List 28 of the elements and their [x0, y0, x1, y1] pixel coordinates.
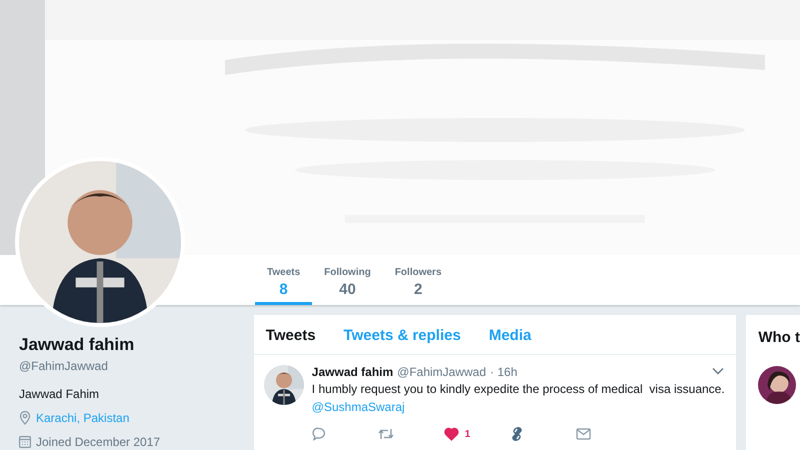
reply-icon[interactable] — [312, 427, 326, 441]
timeline-tab[interactable]: Tweets — [266, 327, 316, 344]
calendar-icon — [19, 436, 31, 448]
tweet-text: I humbly request you to kindly expedite the process of medical visa issuance. — [312, 382, 725, 396]
tweet-avatar[interactable] — [264, 365, 304, 405]
joined-date: Joined December 2017 — [36, 435, 160, 449]
stat-tab[interactable]: Followers 2 — [382, 255, 454, 305]
heart-icon[interactable] — [444, 427, 459, 441]
app-icon[interactable] — [510, 426, 524, 442]
sidebar-title: Who t — [758, 329, 800, 346]
retweet-icon[interactable] — [378, 427, 394, 441]
like-count: 1 — [464, 428, 470, 440]
timeline-tab[interactable]: Media — [488, 327, 532, 344]
caret-icon[interactable] — [712, 367, 724, 375]
stat-tab[interactable]: Following 40 — [312, 255, 383, 305]
location-pin-icon — [19, 411, 31, 425]
profile-name: Jawwad fahim — [19, 335, 136, 355]
tweet-handle: @FahimJawwad — [397, 365, 486, 379]
tweet-author[interactable]: Jawwad fahim — [312, 365, 394, 379]
tweet-time: · 16h — [490, 365, 518, 379]
stat-tab[interactable]: Tweets 8 — [255, 255, 312, 305]
profile-handle: @FahimJawwad — [19, 359, 109, 373]
suggested-avatar[interactable] — [758, 366, 796, 404]
mention-link[interactable]: @SushmaSwaraj — [312, 400, 405, 414]
location-link[interactable]: Karachi, Pakistan — [36, 411, 130, 425]
timeline-tab[interactable]: Tweets & replies — [344, 327, 461, 344]
mail-icon[interactable] — [576, 428, 591, 440]
profile-bio: Jawwad Fahim — [19, 387, 100, 401]
